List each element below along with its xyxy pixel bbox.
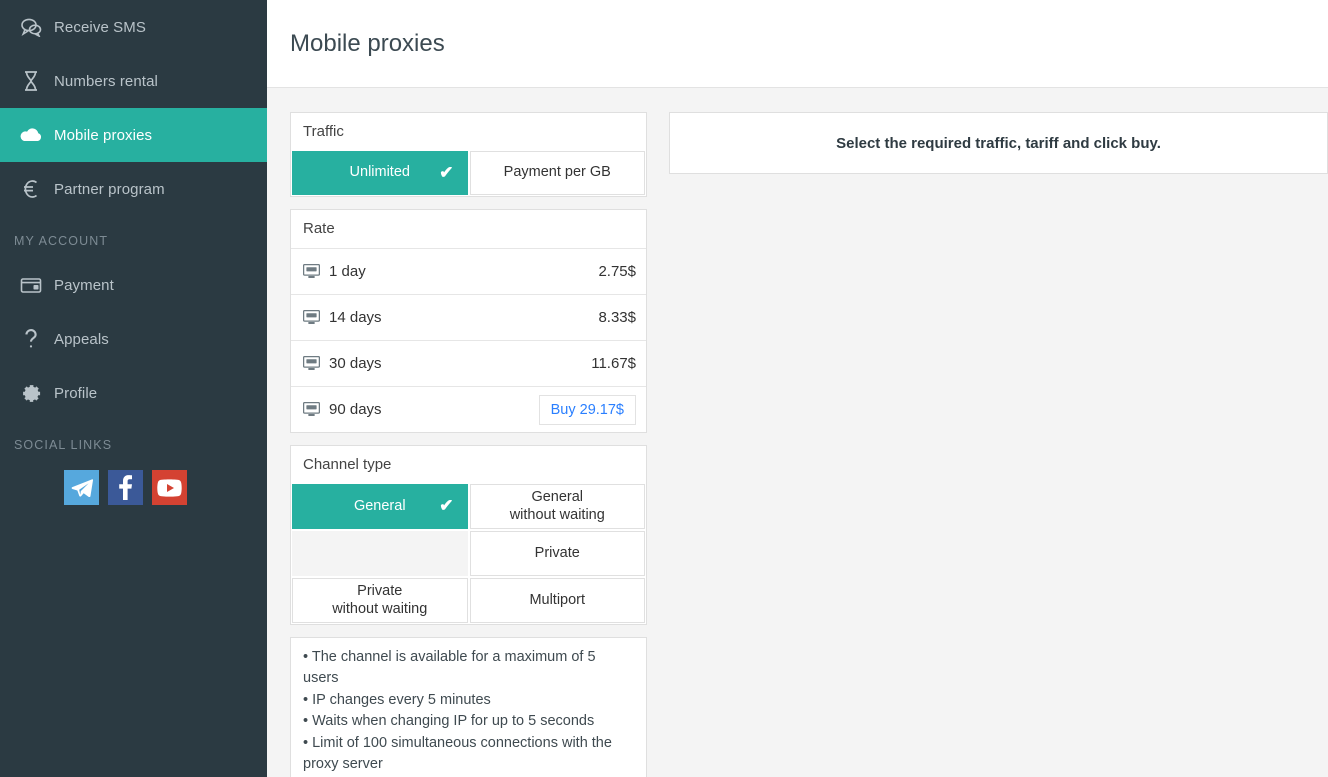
- info-message: Select the required traffic, tariff and …: [836, 134, 1161, 152]
- sidebar-item-numbers-rental[interactable]: Numbers rental: [0, 54, 267, 108]
- sidebar-item-profile[interactable]: Profile: [0, 366, 267, 420]
- sidebar-item-label: Partner program: [54, 180, 165, 198]
- note-item: • The channel is available for a maximum…: [303, 649, 596, 687]
- channel-notes: • The channel is available for a maximum…: [290, 637, 647, 777]
- sidebar-section-my-account: MY ACCOUNT: [14, 234, 109, 248]
- channel-option-private[interactable]: Private: [469, 531, 645, 576]
- social-links: [0, 462, 267, 505]
- top-bar: Mobile proxies: [267, 0, 1328, 88]
- traffic-heading: Traffic: [303, 123, 344, 140]
- channel-option-label: Multiport: [529, 591, 586, 608]
- rate-price: 8.33$: [598, 309, 636, 326]
- content-area: Traffic Unlimited ✔ Payment per GB Rate: [267, 88, 1328, 777]
- channel-type-options: General ✔ General without waiting Private…: [291, 484, 646, 624]
- sidebar-item-label: Appeals: [54, 330, 109, 348]
- wallet-icon: [8, 276, 54, 294]
- cloud-icon: [8, 127, 54, 143]
- buy-button[interactable]: Buy 29.17$: [538, 394, 636, 425]
- monitor-icon: [303, 402, 329, 417]
- app-root: Receive SMS Numbers rental Mobile proxie…: [0, 0, 1328, 777]
- rate-name: 14 days: [329, 309, 382, 326]
- rate-row[interactable]: 30 days 11.67$: [291, 340, 646, 386]
- main-area: Mobile proxies Traffic Unlimited ✔ Payme…: [267, 0, 1328, 777]
- sidebar-item-label: Numbers rental: [54, 72, 158, 90]
- info-panel: Select the required traffic, tariff and …: [669, 112, 1328, 174]
- rate-panel: Rate 1 day 2.75$ 14 days 8.33$ 30 days 1…: [290, 209, 647, 433]
- sidebar-item-label: Mobile proxies: [54, 126, 153, 144]
- rate-name: 30 days: [329, 355, 382, 372]
- monitor-icon: [303, 356, 329, 371]
- facebook-icon[interactable]: [108, 470, 143, 505]
- question-mark-icon: [8, 328, 54, 350]
- channel-option-general[interactable]: General ✔: [292, 484, 468, 529]
- gear-icon: [8, 383, 54, 404]
- sidebar-section-social-links: SOCIAL LINKS: [14, 438, 113, 452]
- sidebar-item-label: Profile: [54, 384, 98, 402]
- left-column: Traffic Unlimited ✔ Payment per GB Rate: [290, 112, 647, 777]
- traffic-options: Unlimited ✔ Payment per GB: [291, 151, 646, 196]
- rate-price: 2.75$: [598, 263, 636, 280]
- sidebar-item-partner-program[interactable]: Partner program: [0, 162, 267, 216]
- rate-name: 1 day: [329, 263, 366, 280]
- rate-price: 11.67$: [591, 355, 636, 372]
- note-item: • IP changes every 5 minutes: [303, 691, 491, 708]
- note-item: • Waits when changing IP for up to 5 sec…: [303, 713, 595, 730]
- channel-option-label: General: [353, 497, 406, 514]
- page-title: Mobile proxies: [290, 29, 445, 57]
- sidebar: Receive SMS Numbers rental Mobile proxie…: [0, 0, 267, 777]
- channel-option-placeholder: [292, 531, 468, 576]
- right-column: Select the required traffic, tariff and …: [669, 112, 1328, 777]
- sidebar-item-payment[interactable]: Payment: [0, 258, 267, 312]
- sidebar-item-mobile-proxies[interactable]: Mobile proxies: [0, 108, 267, 162]
- check-icon: ✔: [439, 162, 454, 182]
- traffic-option-label: Payment per GB: [503, 164, 611, 181]
- channel-type-panel: Channel type General ✔ General without wa…: [290, 445, 647, 625]
- euro-icon: [8, 178, 54, 200]
- monitor-icon: [303, 310, 329, 325]
- traffic-option-label: Unlimited: [349, 164, 410, 181]
- traffic-panel: Traffic Unlimited ✔ Payment per GB: [290, 112, 647, 197]
- note-item: • Limit of 100 simultaneous connections …: [303, 734, 612, 773]
- rate-row[interactable]: 90 days Buy 29.17$: [291, 386, 646, 432]
- rate-name: 90 days: [329, 401, 382, 418]
- hourglass-icon: [8, 70, 54, 92]
- traffic-option-payment-per-gb[interactable]: Payment per GB: [469, 151, 645, 195]
- chat-bubbles-icon: [8, 17, 54, 37]
- channel-option-label: Private: [534, 544, 580, 561]
- sidebar-item-label: Receive SMS: [54, 18, 146, 36]
- telegram-icon[interactable]: [64, 470, 99, 505]
- check-icon: ✔: [439, 496, 454, 516]
- channel-option-multiport[interactable]: Multiport: [469, 578, 645, 623]
- sidebar-item-label: Payment: [54, 276, 114, 294]
- channel-type-heading: Channel type: [303, 456, 392, 473]
- channel-option-label: General without waiting: [509, 489, 605, 523]
- channel-option-private-without-waiting[interactable]: Private without waiting: [292, 578, 468, 623]
- youtube-icon[interactable]: [152, 470, 187, 505]
- traffic-option-unlimited[interactable]: Unlimited ✔: [292, 151, 468, 195]
- rate-row[interactable]: 14 days 8.33$: [291, 294, 646, 340]
- monitor-icon: [303, 264, 329, 279]
- sidebar-item-appeals[interactable]: Appeals: [0, 312, 267, 366]
- channel-option-general-without-waiting[interactable]: General without waiting: [469, 484, 645, 529]
- rate-row[interactable]: 1 day 2.75$: [291, 248, 646, 294]
- rate-heading: Rate: [303, 220, 335, 237]
- channel-option-label: Private without waiting: [332, 583, 428, 617]
- sidebar-item-receive-sms[interactable]: Receive SMS: [0, 0, 267, 54]
